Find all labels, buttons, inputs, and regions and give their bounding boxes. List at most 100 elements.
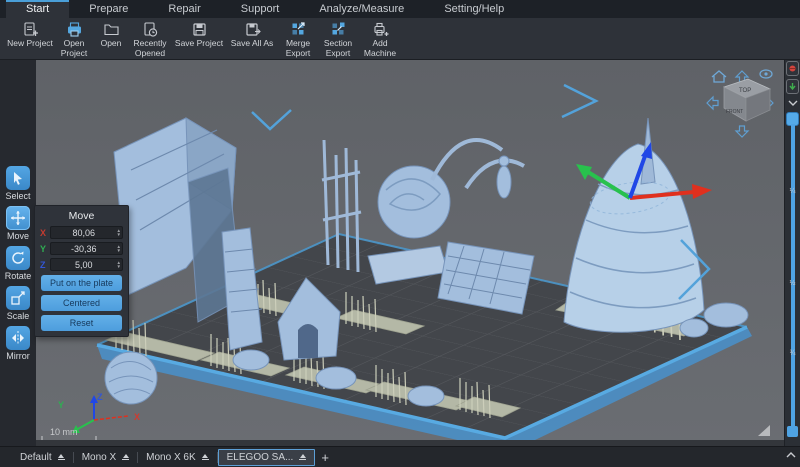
scale-bar: 10 mm <box>42 427 96 441</box>
model-right-blob-2[interactable] <box>680 319 708 337</box>
ribbon-toolbar: New Project Open Project Open Recently O… <box>0 18 800 60</box>
recently-opened-button[interactable]: Recently Opened <box>128 20 172 59</box>
scale-tool-button[interactable]: Scale <box>6 286 30 321</box>
section-export-button[interactable]: Section Export <box>318 20 358 59</box>
svg-text:10 mm: 10 mm <box>50 427 78 437</box>
svg-text:X: X <box>134 412 140 422</box>
machine-tab-default[interactable]: Default <box>12 449 73 466</box>
spinner-down-icon[interactable]: ▼ <box>117 249 121 253</box>
save-project-button[interactable]: Save Project <box>172 20 226 50</box>
model-front-blob-1[interactable] <box>233 350 269 370</box>
rotate-down-arrow[interactable] <box>736 126 748 137</box>
new-project-icon <box>22 21 39 38</box>
add-machine-icon <box>372 21 389 38</box>
chevron-up-icon[interactable] <box>786 452 796 458</box>
new-project-button[interactable]: New Project <box>6 20 54 50</box>
ribbon-tab-bar: Start Prepare Repair Support Analyze/Mea… <box>0 0 800 18</box>
tab-setting-help[interactable]: Setting/Help <box>424 0 524 18</box>
merge-export-button[interactable]: Merge Export <box>278 20 318 59</box>
rotate-tool-button[interactable]: Rotate <box>5 246 32 281</box>
put-on-plate-button[interactable]: Put on the plate <box>41 275 122 291</box>
add-machine-tab-button[interactable]: + <box>315 450 335 465</box>
machine-tab-mono-x-6k[interactable]: Mono X 6K <box>138 449 216 466</box>
model-right-blob[interactable] <box>704 303 748 327</box>
model-front-blob-3[interactable] <box>408 386 444 406</box>
z-axis-label: Z <box>40 260 47 270</box>
move-x-input[interactable] <box>51 228 117 238</box>
svg-text:Y: Y <box>58 400 64 410</box>
rotate-left-arrow[interactable] <box>707 97 718 109</box>
add-machine-button[interactable]: Add Machine <box>358 20 402 59</box>
tab-prepare[interactable]: Prepare <box>69 0 148 18</box>
spinner-down-icon[interactable]: ▼ <box>117 233 121 237</box>
move-y-row: Y ▲▼ <box>40 242 123 255</box>
save-project-icon <box>191 21 208 38</box>
z-fraction-three-quarter: ¾ <box>785 350 800 357</box>
section-export-icon <box>330 21 347 38</box>
x-spinner[interactable]: ▲▼ <box>117 229 122 237</box>
select-tool-button[interactable]: Select <box>5 166 30 201</box>
view-cube-widget[interactable]: TOP FRONT <box>707 70 773 137</box>
tab-repair[interactable]: Repair <box>148 0 220 18</box>
eject-icon[interactable] <box>122 454 129 460</box>
eject-icon[interactable] <box>299 454 306 460</box>
mirror-tool-button[interactable]: Mirror <box>6 326 30 361</box>
view-cube-front-label: FRONT <box>726 109 743 115</box>
red-marker-icon <box>788 64 797 73</box>
tab-support[interactable]: Support <box>221 0 300 18</box>
home-view-icon[interactable] <box>712 71 726 82</box>
merge-export-icon <box>290 21 307 38</box>
move-icon <box>10 210 26 226</box>
machine-tab-mono-x[interactable]: Mono X <box>74 449 137 466</box>
chevron-down-icon[interactable] <box>788 100 798 106</box>
machine-tab-bar: Default Mono X Mono X 6K ELEGOO SA... + <box>0 446 800 467</box>
y-axis-label: Y <box>40 244 47 254</box>
z-fraction-quarter: ¼ <box>785 188 800 195</box>
eject-icon[interactable] <box>58 454 65 460</box>
move-tool-button[interactable]: Move <box>6 206 30 241</box>
save-all-as-button[interactable]: Save All As <box>226 20 278 50</box>
reset-button[interactable]: Reset <box>41 315 122 331</box>
open-icon <box>103 21 120 38</box>
rotate-icon <box>10 250 26 266</box>
move-z-row: Z ▲▼ <box>40 258 123 271</box>
save-all-as-icon <box>244 21 261 38</box>
svg-text:Z: Z <box>97 392 103 402</box>
slider-green-button[interactable] <box>786 79 799 94</box>
x-axis-label: X <box>40 228 47 238</box>
model-statue-head <box>499 156 509 166</box>
move-y-input[interactable] <box>51 244 117 254</box>
model-front-blob-2[interactable] <box>316 367 356 389</box>
open-button[interactable]: Open <box>94 20 128 50</box>
open-project-button[interactable]: Open Project <box>54 20 94 59</box>
scale-icon <box>10 290 26 306</box>
slider-red-button[interactable] <box>786 61 799 76</box>
move-z-input[interactable] <box>51 260 117 270</box>
viewport-3d[interactable]: TOP FRONT Z Y X 10 mm <box>36 60 784 446</box>
z-slider-track[interactable] <box>791 124 795 428</box>
model-statue-body[interactable] <box>497 166 511 198</box>
tab-analyze-measure[interactable]: Analyze/Measure <box>299 0 424 18</box>
green-check-icon <box>788 82 797 91</box>
mirror-icon <box>10 330 26 346</box>
move-panel: Move X ▲▼ Y ▲▼ Z ▲▼ Put on the plate Cen… <box>34 205 129 337</box>
spinner-down-icon[interactable]: ▼ <box>117 265 121 269</box>
centered-button[interactable]: Centered <box>41 295 122 311</box>
y-spinner[interactable]: ▲▼ <box>117 245 122 253</box>
open-project-icon <box>66 21 83 38</box>
eject-icon[interactable] <box>202 454 209 460</box>
viewport-scene: TOP FRONT Z Y X 10 mm <box>36 60 784 446</box>
view-cube-top-label: TOP <box>739 88 751 94</box>
model-swirl-ball-left[interactable] <box>105 352 157 404</box>
machine-tab-elegoo[interactable]: ELEGOO SA... <box>218 449 316 466</box>
select-cursor-icon <box>10 170 26 186</box>
z-spinner[interactable]: ▲▼ <box>117 261 122 269</box>
tab-start[interactable]: Start <box>6 0 69 18</box>
viewport-corner-handle-icon[interactable] <box>758 425 770 436</box>
move-x-row: X ▲▼ <box>40 226 123 239</box>
z-fraction-half: ½ <box>785 280 800 287</box>
z-clip-slider-strip: ¼ ½ ¾ <box>784 60 800 446</box>
model-swirl-ball-center[interactable] <box>378 166 450 238</box>
z-slider-bottom-handle[interactable] <box>787 426 798 437</box>
recently-opened-icon <box>142 21 159 38</box>
